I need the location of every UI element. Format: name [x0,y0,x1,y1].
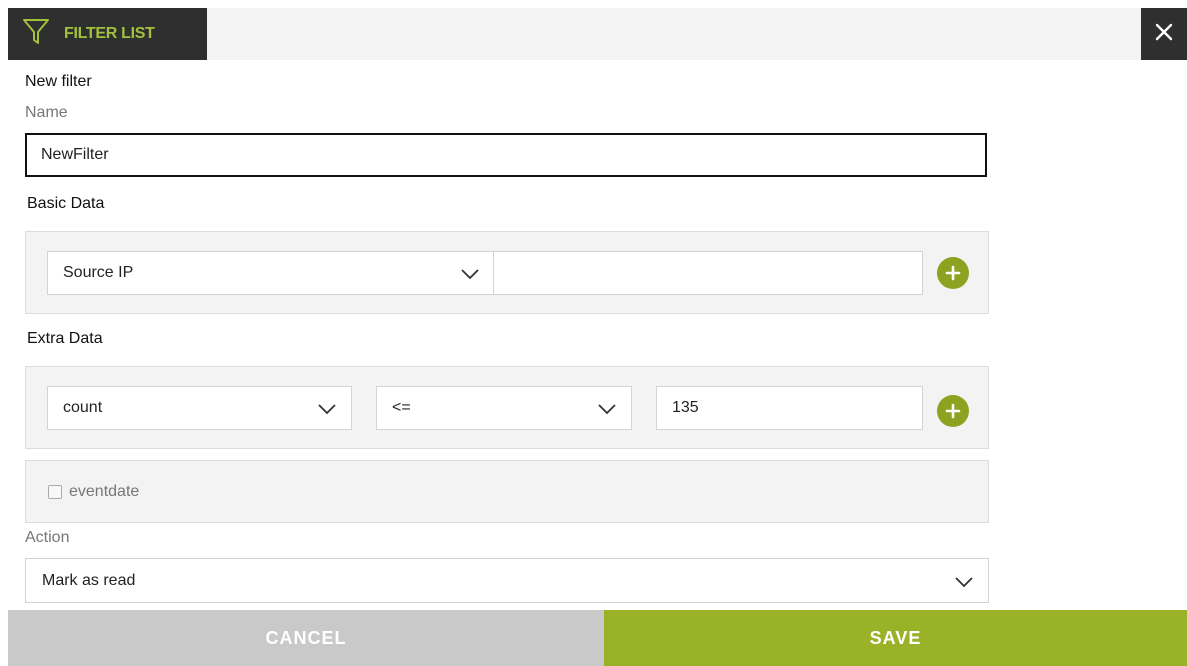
name-label: Name [25,104,68,121]
basic-field-select-value: Source IP [63,264,134,281]
eventdate-checkbox-row[interactable]: eventdate [48,483,139,501]
save-button[interactable]: SAVE [604,610,1187,666]
action-select-value: Mark as read [42,571,136,589]
plus-icon [945,265,961,281]
add-extra-data-button[interactable] [937,395,969,427]
funnel-icon [22,17,50,52]
plus-icon [945,403,961,419]
header-strip [207,8,1141,60]
operator-select[interactable]: <= [376,386,632,430]
basic-data-heading: Basic Data [27,195,105,212]
add-basic-data-button[interactable] [937,257,969,289]
chevron-down-icon [598,404,616,415]
basic-data-panel: Source IP [25,231,989,314]
extra-field-select-value: count [63,399,103,416]
dialog-title: FILTER LIST [64,25,155,42]
action-select[interactable]: Mark as read [25,558,989,603]
basic-value-input[interactable] [493,251,923,295]
name-input[interactable] [25,133,987,177]
save-button-label: SAVE [869,627,922,648]
chevron-down-icon [318,404,336,415]
chevron-down-icon [955,577,973,588]
cancel-button-label: CANCEL [265,627,347,648]
filter-list-tab: FILTER LIST [8,8,207,60]
cancel-button[interactable]: CANCEL [8,610,604,666]
extra-data-panel: count <= [25,366,989,449]
extra-value-input[interactable] [656,386,923,430]
extra-field-select[interactable]: count [47,386,352,430]
eventdate-checkbox[interactable] [48,485,62,499]
extra-data-heading: Extra Data [27,330,103,347]
form-heading: New filter [25,73,92,90]
eventdate-panel: eventdate [25,460,989,523]
operator-select-value: <= [392,399,411,416]
close-icon [1155,23,1173,46]
close-button[interactable] [1141,8,1187,60]
chevron-down-icon [461,269,479,280]
action-label: Action [25,529,70,546]
eventdate-label: eventdate [69,483,140,500]
basic-field-select[interactable]: Source IP [47,251,495,295]
dialog-header: FILTER LIST [0,0,1187,64]
